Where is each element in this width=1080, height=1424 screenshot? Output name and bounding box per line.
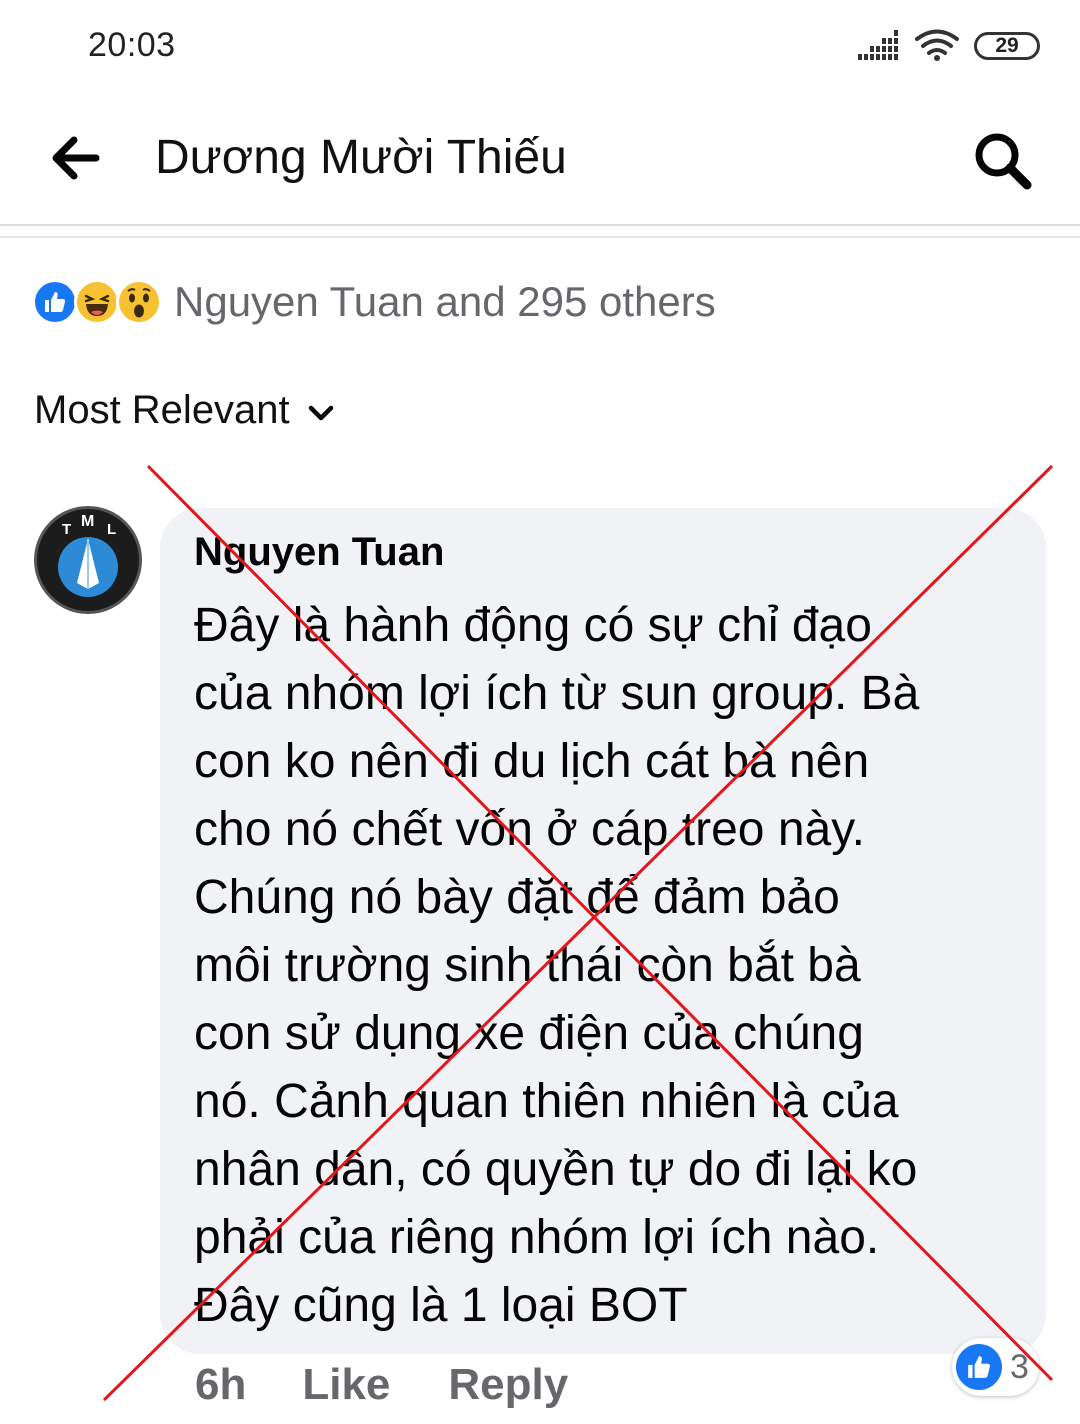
reaction-icons [32, 279, 162, 325]
signal-icon [858, 30, 898, 60]
reply-button[interactable]: Reply [448, 1360, 568, 1410]
arrow-left-icon[interactable] [50, 134, 102, 182]
comment-author[interactable]: Nguyen Tuan [194, 530, 444, 575]
comment-bubble[interactable]: Nguyen Tuan Đây là hành động có sự chỉ đ… [160, 508, 1046, 1354]
sort-label: Most Relevant [34, 388, 290, 432]
comment-line: Đây cũng là 1 loại BOT [194, 1279, 688, 1332]
comment-line: môi trường sinh thái còn bắt bà [194, 939, 861, 992]
battery-icon: 29 [974, 32, 1040, 60]
reactions-summary[interactable]: Nguyen Tuan and 295 others [32, 276, 716, 328]
wow-icon [116, 279, 162, 325]
tml-logo-icon: T M L [38, 510, 138, 610]
avatar-letter-m: M [81, 513, 94, 530]
comment-sort-dropdown[interactable]: Most Relevant [34, 388, 334, 433]
status-time: 20:03 [88, 26, 176, 64]
haha-icon [74, 279, 120, 325]
comment-timestamp[interactable]: 6h [195, 1360, 246, 1410]
reaction-count: 3 [1010, 1347, 1029, 1386]
like-button[interactable]: Like [302, 1360, 390, 1410]
comment-line: nó. Cảnh quan thiên nhiên là của [194, 1075, 899, 1128]
comment-line: nhân dân, có quyền tự do đi lại ko [194, 1143, 918, 1196]
top-app-bar: Dương Mười Thiếu [0, 92, 1080, 226]
comment-text: Đây là hành động có sự chỉ đạo của nhóm … [194, 592, 1024, 1340]
chevron-down-icon [308, 405, 333, 420]
comment-line: cho nó chết vốn ở cáp treo này. [194, 803, 865, 856]
page-title: Dương Mười Thiếu [155, 131, 567, 184]
comment-line: Đây là hành động có sự chỉ đạo [194, 599, 872, 652]
search-icon[interactable] [972, 130, 1034, 192]
comment-reaction-count[interactable]: 3 [952, 1338, 1039, 1396]
divider [0, 236, 1080, 238]
reactions-summary-text: Nguyen Tuan and 295 others [174, 278, 716, 325]
wifi-icon [915, 29, 959, 61]
comment-actions: 6h Like Reply [195, 1360, 568, 1410]
battery-level: 29 [995, 34, 1019, 57]
comment-line: của nhóm lợi ích từ sun group. Bà [194, 667, 920, 720]
avatar[interactable]: T M L [34, 506, 142, 614]
avatar-letter-l: L [107, 521, 116, 538]
like-icon [32, 279, 78, 325]
comment-line: Chúng nó bày đặt để đảm bảo [194, 871, 840, 924]
comment-line: con ko nên đi du lịch cát bà nên [194, 735, 870, 788]
comment-line: phải của riêng nhóm lợi ích nào. [194, 1211, 880, 1264]
comment-line: con sử dụng xe điện của chúng [194, 1007, 864, 1060]
avatar-letter-t: T [62, 521, 71, 538]
like-icon [956, 1344, 1002, 1390]
status-bar: 20:03 29 [0, 0, 1080, 92]
